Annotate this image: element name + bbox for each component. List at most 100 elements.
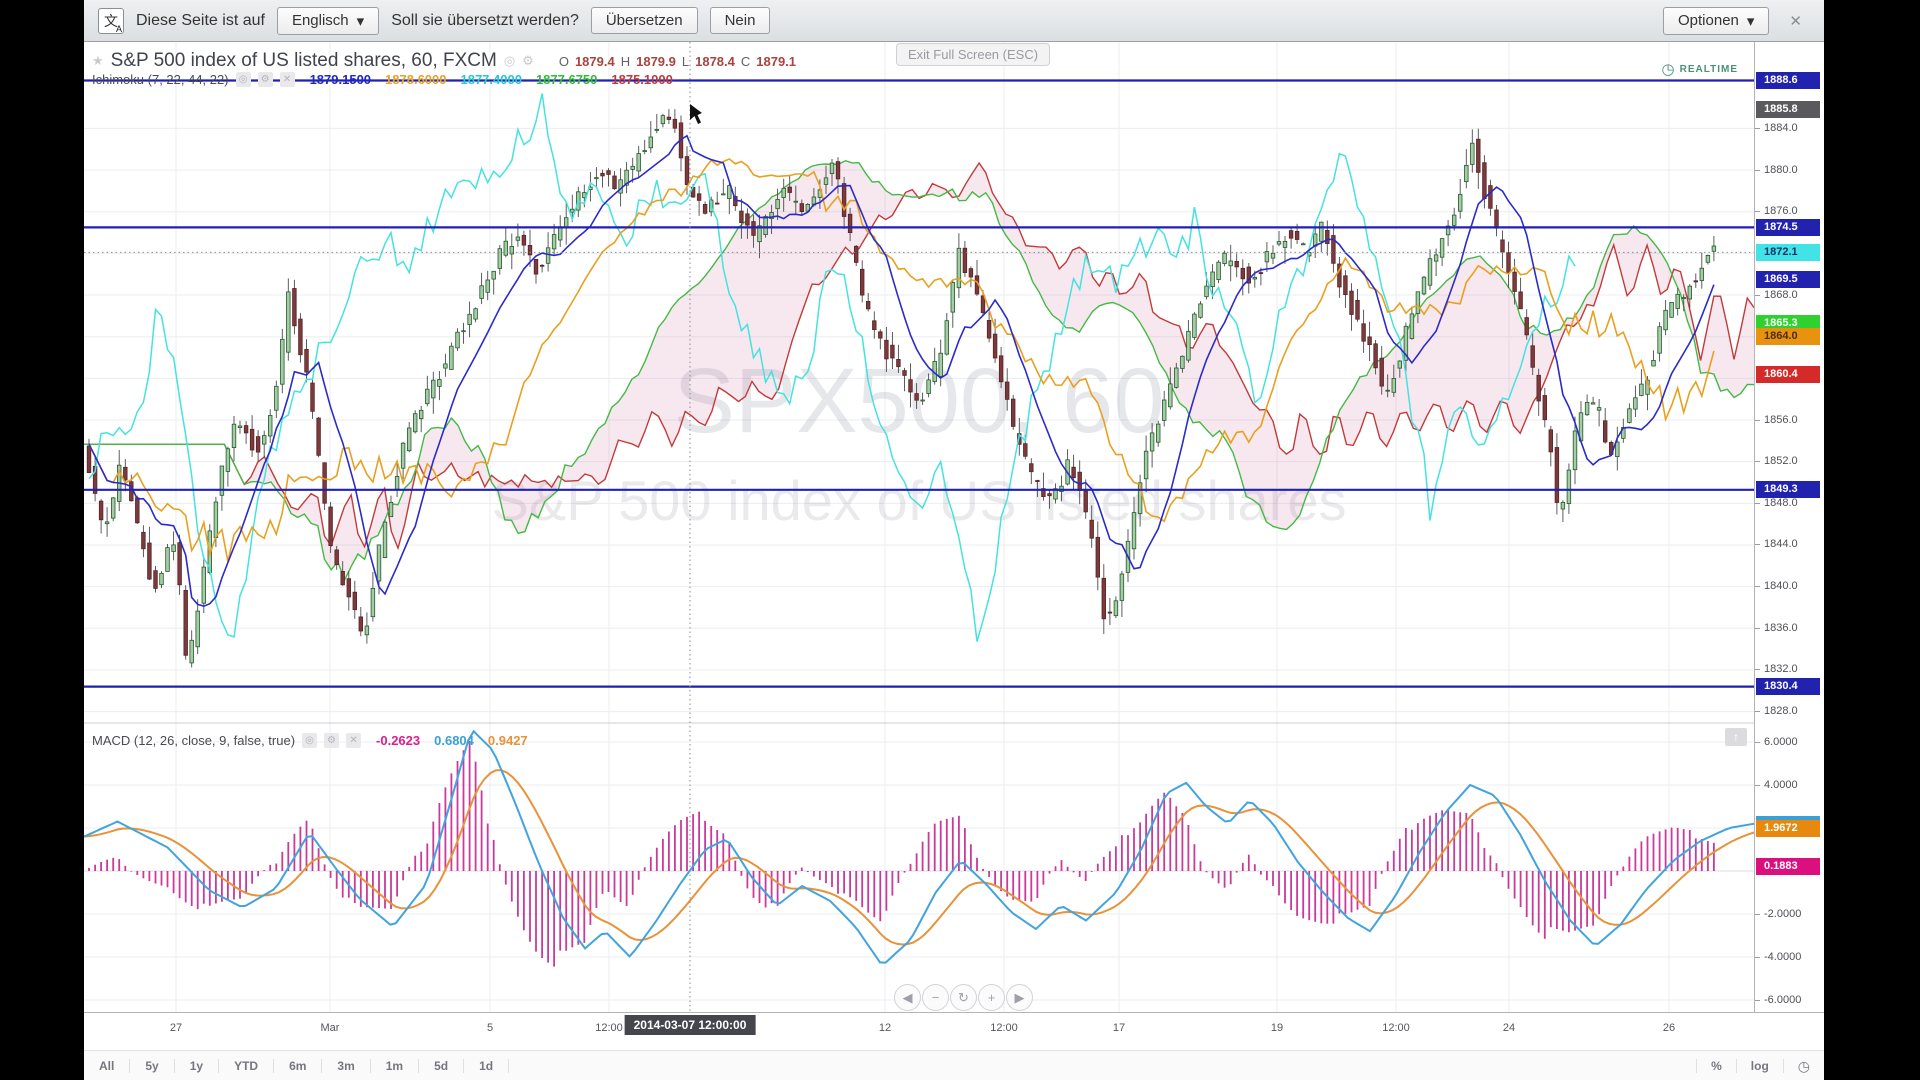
range-1m[interactable]: 1m [371,1058,420,1073]
ichimoku-label: Ichimoku (7, 22, 44, 22) [92,72,229,87]
price-axis[interactable]: 1884.0 1880.0 1876.0 1868.0 1856.0 1852.0 1848… [1754,42,1824,1012]
price-label-badge: 1888.6 [1756,72,1820,90]
ohlc-value: 1878.4 [695,53,735,69]
macd-tick: -4.0000 [1755,950,1825,965]
range-3m[interactable]: 3m [322,1058,371,1073]
ohlc-label: O [558,53,569,69]
price-label-badge: 1864.0 [1756,328,1820,346]
browser-content: 文A Diese Seite ist auf Englisch ▾ Soll s… [84,0,1824,1080]
translate-icon: 文A [98,7,124,34]
time-tick: 19 [1270,1022,1284,1034]
range-ytd[interactable]: YTD [219,1058,275,1073]
price-label-badge: 1849.3 [1756,481,1820,499]
watermark-name: S&P 500 index of US listed shares [491,469,1346,532]
options-button[interactable]: Optionen ▾ [1663,6,1770,35]
no-button[interactable]: Nein [709,7,771,34]
translate-infobar: 文A Diese Seite ist auf Englisch ▾ Soll s… [84,0,1824,42]
price-label-badge: 1885.8 [1756,101,1820,119]
time-tick: 12 [878,1022,892,1034]
price-label-badge: 1872.1 [1756,243,1820,261]
close-icon[interactable]: ✕ [346,733,362,748]
time-tick: 27 [169,1022,183,1034]
price-macd-chart[interactable]: SPX500, 60S&P 500 index of US listed sha… [84,42,1754,1012]
zoom-out-button[interactable]: − [922,984,949,1011]
macd-tick: 4.0000 [1755,778,1825,793]
ohlc-label: L [681,53,690,69]
eye-icon[interactable]: ◎ [302,733,318,748]
ichimoku-value: 1877.6750 [535,72,598,87]
translate-message-question: Soll sie übersetzt werden? [391,11,579,29]
price-label-badge: 1869.5 [1756,270,1820,288]
ichimoku-value: 1875.1000 [611,72,673,87]
reset-button[interactable]: ↻ [950,984,977,1011]
exit-fullscreen-tooltip: Exit Full Screen (ESC) [896,43,1051,66]
macd-tick: 6.0000 [1755,735,1825,750]
ichimoku-value: 1877.4000 [460,72,522,87]
range-5d[interactable]: 5d [419,1058,465,1073]
ichimoku-value: 1878.6000 [385,72,447,87]
range-6m[interactable]: 6m [274,1058,323,1073]
time-tick: 12:00 [1382,1022,1410,1034]
price-tick: 1840.0 [1755,579,1825,594]
macd-label-badge: 0.1883 [1756,858,1820,876]
gear-icon[interactable]: ⚙ [324,733,340,748]
chart-title: S&P 500 index of US listed shares, 60, F… [110,50,497,71]
crosshair-date-tooltip: 2014-03-07 12:00:00 [624,1015,756,1035]
zoom-in-button[interactable]: + [978,984,1005,1011]
gear-icon[interactable]: ⚙ [522,53,534,69]
macd-label: MACD (12, 26, close, 9, false, true) [92,733,296,748]
range-1y[interactable]: 1y [175,1058,220,1073]
chart-nav-buttons: ◀ − ↻ + ▶ [894,984,1033,1011]
pan-left-button[interactable]: ◀ [894,984,921,1011]
price-tick: 1852.0 [1755,454,1825,469]
ohlc-readout: O 1879.4 H 1879.9 L 1878.4 C 1879.1 [559,54,796,69]
pan-right-button[interactable]: ▶ [1006,984,1033,1011]
chevron-down-icon: ▾ [1746,12,1755,30]
percent-scale-button[interactable]: % [1696,1058,1736,1073]
eye-icon[interactable]: ◎ [235,72,251,87]
ohlc-label: H [620,53,631,69]
time-tick: Mar [320,1022,340,1034]
ichimoku-values: 1879.1500 1878.6000 1877.4000 1877.6750 1875… [310,72,673,87]
realtime-badge: ◷ REALTIME [1661,61,1738,78]
time-tick: 5 [486,1022,494,1034]
collapse-pane-button[interactable]: ↑ [1725,728,1747,746]
symbol-star-icon[interactable]: ★ [92,53,104,69]
macd-value: 0.9427 [487,733,528,748]
range-all[interactable]: All [84,1058,131,1073]
time-tick: 24 [1502,1022,1516,1034]
range-5y[interactable]: 5y [130,1058,175,1073]
price-tick: 1832.0 [1755,662,1825,677]
eye-icon[interactable]: ◎ [504,53,515,69]
ohlc-label: C [740,53,751,69]
time-axis[interactable]: 2014-03-07 12:00:00 27 Mar 5 12:00 12 12:00 17… [84,1012,1824,1050]
close-infobar-icon[interactable]: ✕ [1789,12,1802,30]
clock-icon[interactable]: ◷ [1782,1058,1824,1073]
macd-values: -0.2623 0.6804 0.9427 [376,733,528,748]
range-1d[interactable]: 1d [464,1058,510,1073]
ohlc-value: 1879.9 [636,53,676,69]
range-toolbar: All 5y 1y YTD 6m 3m 1m 5d 1d % log ◷ [84,1050,1824,1080]
translate-message-prefix: Diese Seite ist auf [136,11,265,29]
close-icon[interactable]: ✕ [279,72,295,87]
chevron-down-icon: ▾ [356,12,365,30]
language-select[interactable]: Englisch ▾ [276,6,380,35]
price-label-badge: 1874.5 [1756,218,1820,236]
macd-tick: -6.0000 [1755,993,1825,1008]
macd-value: -0.2623 [376,733,421,748]
ohlc-value: 1879.1 [756,53,797,69]
time-tick: 12:00 [990,1022,1018,1034]
log-scale-button[interactable]: log [1735,1058,1783,1073]
time-tick: 17 [1112,1022,1126,1034]
price-tick: 1876.0 [1755,204,1825,219]
macd-tick: -2.0000 [1755,907,1825,922]
translate-button[interactable]: Übersetzen [590,7,698,34]
clock-icon: ◷ [1661,61,1675,78]
price-tick: 1868.0 [1755,288,1825,303]
ohlc-value: 1879.4 [574,53,615,69]
chart-canvas[interactable]: SPX500, 60 S&P 500 index of US listed sha… [84,42,1824,1012]
time-tick: 26 [1662,1022,1676,1034]
macd-value: 0.6804 [434,733,474,748]
gear-icon[interactable]: ⚙ [257,72,273,87]
time-tick: 12:00 [595,1022,623,1034]
